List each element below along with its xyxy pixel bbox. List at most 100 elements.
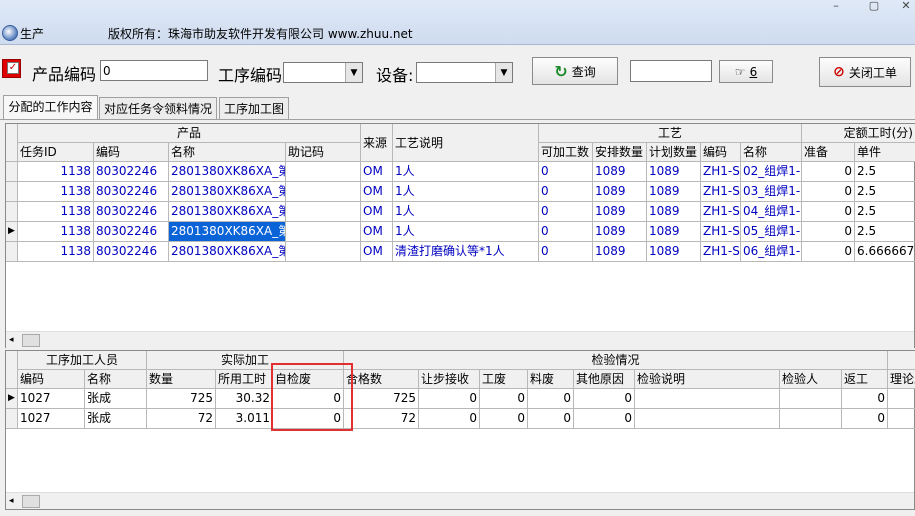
device-select[interactable]: ▼ [416, 62, 513, 83]
cell-inspection-note[interactable] [635, 409, 780, 429]
row-indicator[interactable] [6, 409, 18, 429]
cell-arranged-qty[interactable]: 1089 [593, 162, 647, 182]
cell-process-code[interactable]: ZH1-S [701, 162, 741, 182]
cell-product-name[interactable]: 2801380XK86XA_第 [169, 182, 286, 202]
cell-product-name[interactable]: 2801380XK86XA_第 [169, 222, 286, 242]
cell-source[interactable]: OM [361, 202, 393, 222]
cell-source[interactable]: OM [361, 182, 393, 202]
cell-unit-time[interactable]: 2.5 [855, 202, 915, 222]
inspection-grid[interactable]: 工序加工人员 实际加工 检验情况 编码 名称 数量 所用工时 自检废 合格数 让步接收 工废料… [5, 350, 915, 510]
cell-prep-time[interactable]: 0 [802, 182, 855, 202]
minimize-icon[interactable]: – [826, 0, 846, 12]
cell-qualified-qty[interactable]: 725 [344, 389, 419, 409]
cell-product-code[interactable]: 80302246 [94, 202, 169, 222]
cell-process-name[interactable]: 05_组焊1- [741, 222, 802, 242]
cell-unit-time[interactable]: 2.5 [855, 222, 915, 242]
row-indicator[interactable] [6, 182, 18, 202]
cell-prep-time[interactable]: 0 [802, 202, 855, 222]
cell-process-name[interactable]: 06_组焊1- [741, 242, 802, 262]
cell-unit-time[interactable]: 6.666667 [855, 242, 915, 262]
cell-processable-qty[interactable]: 0 [539, 222, 593, 242]
cell-process-name[interactable]: 03_组焊1- [741, 182, 802, 202]
cell-processable-qty[interactable]: 0 [539, 242, 593, 262]
tab-assigned-work[interactable]: 分配的工作内容 [3, 95, 98, 120]
cell-product-code[interactable]: 80302246 [94, 222, 169, 242]
cell-process-desc[interactable]: 1人 [393, 202, 539, 222]
cell-process-name[interactable]: 04_组焊1- [741, 202, 802, 222]
cell-process-desc[interactable]: 1人 [393, 162, 539, 182]
cell-process-code[interactable]: ZH1-S [701, 182, 741, 202]
cell-unit-time[interactable]: 2.5 [855, 162, 915, 182]
tab-process-drawing[interactable]: 工序加工图 [219, 97, 289, 119]
cell-process-name[interactable]: 02_组焊1- [741, 162, 802, 182]
cell-theory-hours[interactable] [888, 389, 915, 409]
maximize-icon[interactable]: ▢ [864, 0, 884, 12]
cell-product-name[interactable]: 2801380XK86XA_第 [169, 202, 286, 222]
cell-rework[interactable]: 0 [842, 409, 888, 429]
cell-inspector[interactable] [780, 389, 842, 409]
top-grid-hscrollbar[interactable]: ◂ [6, 331, 914, 348]
cell-mnemonic[interactable] [286, 162, 361, 182]
bottom-grid-hscrollbar[interactable]: ◂ [6, 492, 914, 509]
cell-quantity[interactable]: 72 [147, 409, 216, 429]
cell-prep-time[interactable]: 0 [802, 222, 855, 242]
cell-quantity[interactable]: 725 [147, 389, 216, 409]
cell-qualified-qty[interactable]: 72 [344, 409, 419, 429]
cell-task-id[interactable]: 1138 [18, 222, 94, 242]
cell-other-reason[interactable]: 0 [574, 409, 635, 429]
cell-source[interactable]: OM [361, 242, 393, 262]
cell-planned-qty[interactable]: 1089 [647, 242, 701, 262]
cell-arranged-qty[interactable]: 1089 [593, 202, 647, 222]
cell-mnemonic[interactable] [286, 182, 361, 202]
search-button[interactable]: ☞ 6 [719, 60, 773, 83]
cell-unit-time[interactable]: 2.5 [855, 182, 915, 202]
cell-planned-qty[interactable]: 1089 [647, 222, 701, 242]
product-code-input[interactable] [100, 60, 208, 81]
cell-process-code[interactable]: ZH1-S [701, 222, 741, 242]
cell-work-scrap[interactable]: 0 [480, 409, 528, 429]
query-button[interactable]: ↻ 查询 [532, 57, 618, 85]
cell-product-code[interactable]: 80302246 [94, 162, 169, 182]
cell-arranged-qty[interactable]: 1089 [593, 242, 647, 262]
cell-mnemonic[interactable] [286, 242, 361, 262]
cell-planned-qty[interactable]: 1089 [647, 182, 701, 202]
cell-task-id[interactable]: 1138 [18, 182, 94, 202]
cell-planned-qty[interactable]: 1089 [647, 162, 701, 182]
cell-task-id[interactable]: 1138 [18, 242, 94, 262]
cell-product-code[interactable]: 80302246 [94, 242, 169, 262]
cell-concession[interactable]: 0 [419, 389, 480, 409]
cell-inspector[interactable] [780, 409, 842, 429]
cell-source[interactable]: OM [361, 162, 393, 182]
cell-material-scrap[interactable]: 0 [528, 389, 574, 409]
row-indicator[interactable] [6, 202, 18, 222]
cell-concession[interactable]: 0 [419, 409, 480, 429]
filter-checkbox[interactable]: ✓ [2, 59, 21, 78]
cell-prep-time[interactable]: 0 [802, 162, 855, 182]
cell-other-reason[interactable]: 0 [574, 389, 635, 409]
scroll-left-icon[interactable]: ◂ [9, 332, 14, 348]
top-grid-scroll-thumb[interactable] [22, 334, 40, 347]
cell-theory-hours[interactable] [888, 409, 915, 429]
row-indicator[interactable]: ▶ [6, 222, 18, 242]
cell-source[interactable]: OM [361, 222, 393, 242]
cell-task-id[interactable]: 1138 [18, 202, 94, 222]
cell-material-scrap[interactable]: 0 [528, 409, 574, 429]
row-indicator[interactable] [6, 242, 18, 262]
cell-processable-qty[interactable]: 0 [539, 162, 593, 182]
search-input[interactable] [630, 60, 712, 82]
cell-work-scrap[interactable]: 0 [480, 389, 528, 409]
cell-prep-time[interactable]: 0 [802, 242, 855, 262]
cell-rework[interactable]: 0 [842, 389, 888, 409]
row-indicator[interactable] [6, 162, 18, 182]
tab-material-status[interactable]: 对应任务令领料情况 [99, 97, 217, 119]
process-code-select[interactable]: ▼ [283, 62, 363, 83]
cell-task-id[interactable]: 1138 [18, 162, 94, 182]
cell-worker-code[interactable]: 1027 [18, 389, 85, 409]
cell-hours-used[interactable]: 30.32 [216, 389, 273, 409]
cell-product-code[interactable]: 80302246 [94, 182, 169, 202]
cell-inspection-note[interactable] [635, 389, 780, 409]
cell-process-code[interactable]: ZH1-S [701, 242, 741, 262]
cell-product-name[interactable]: 2801380XK86XA_第 [169, 242, 286, 262]
cell-process-desc[interactable]: 清渣打磨确认等*1人 [393, 242, 539, 262]
row-indicator[interactable]: ▶ [6, 389, 18, 409]
